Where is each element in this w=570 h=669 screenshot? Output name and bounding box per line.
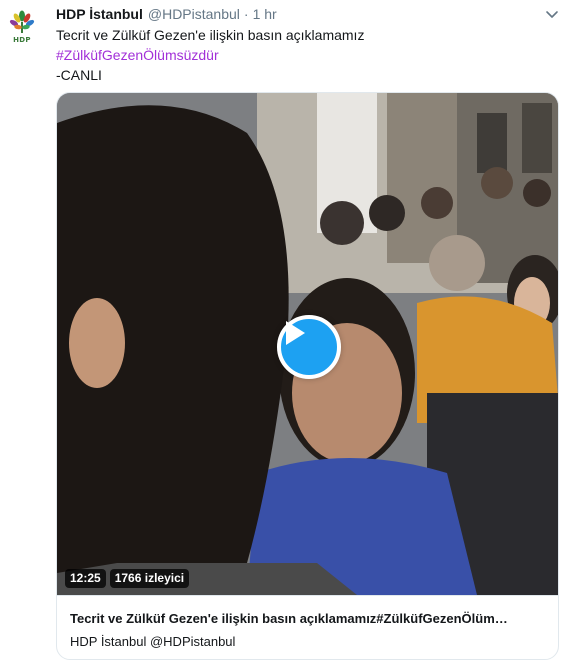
more-menu-button[interactable] <box>544 6 560 22</box>
timestamp[interactable]: 1 hr <box>253 6 277 22</box>
tweet-text-live: -CANLI <box>56 67 102 83</box>
hashtag-link[interactable]: #ZülküfGezenÖlümsüzdür <box>56 46 219 64</box>
viewers-badge: 1766 izleyici <box>109 569 190 588</box>
card-info[interactable]: Tecrit ve Zülküf Gezen'e ilişkin basın a… <box>57 595 558 659</box>
hdp-logo-icon <box>9 10 35 33</box>
play-button[interactable] <box>277 315 341 379</box>
avatar-label: HDP <box>13 36 31 44</box>
tweet-header: HDP İstanbul @HDPistanbul · 1 hr <box>56 6 277 24</box>
tweet[interactable]: HDP HDP İstanbul @HDPistanbul · 1 hr Tec… <box>0 0 570 669</box>
display-name[interactable]: HDP İstanbul <box>56 6 143 22</box>
card-subtitle: HDP İstanbul @HDPistanbul <box>70 634 236 649</box>
play-icon <box>286 321 305 345</box>
duration-badge: 12:25 <box>65 569 106 588</box>
separator-dot: · <box>243 6 249 22</box>
avatar[interactable]: HDP <box>7 9 37 53</box>
tweet-text: Tecrit ve Zülküf Gezen'e ilişkin basın a… <box>56 27 365 43</box>
video-player[interactable]: 12:25 1766 izleyici <box>57 93 558 595</box>
card-title[interactable]: Tecrit ve Zülküf Gezen'e ilişkin basın a… <box>70 611 550 626</box>
video-badges: 12:25 1766 izleyici <box>65 569 190 588</box>
handle[interactable]: @HDPistanbul <box>148 6 240 22</box>
video-card[interactable]: 12:25 1766 izleyici Tecrit ve Zülküf Gez… <box>56 92 559 660</box>
chevron-down-icon <box>546 11 558 18</box>
